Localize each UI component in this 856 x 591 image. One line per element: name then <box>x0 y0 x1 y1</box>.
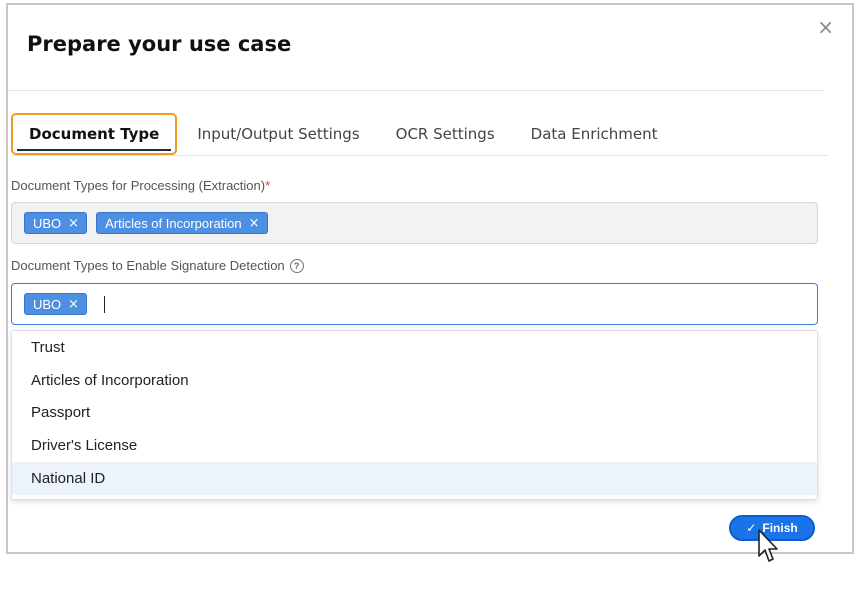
signature-tag-input[interactable]: UBO × <box>11 283 818 325</box>
tag-remove-icon[interactable]: × <box>249 216 260 231</box>
tab-document-type[interactable]: Document Type <box>11 113 178 155</box>
tabs-divider <box>11 155 828 156</box>
tab-bar: Document Type Input/Output Settings OCR … <box>11 111 676 157</box>
signature-label: Document Types to Enable Signature Detec… <box>11 258 304 273</box>
document-type-dropdown: Trust Articles of Incorporation Passport… <box>11 330 818 500</box>
option-articles-of-incorporation[interactable]: Articles of Incorporation <box>12 364 817 397</box>
mouse-pointer-icon <box>758 529 778 562</box>
tag-label: Articles of Incorporation <box>105 215 242 231</box>
check-icon: ✓ <box>746 521 757 535</box>
tag-label: UBO <box>33 296 62 312</box>
header-divider <box>8 90 824 91</box>
text-caret <box>104 295 106 313</box>
tag-ubo: UBO × <box>24 293 88 315</box>
extraction-tag-field[interactable]: UBO × Articles of Incorporation × <box>11 202 818 244</box>
signature-label-text: Document Types to Enable Signature Detec… <box>11 258 285 273</box>
option-drivers-license[interactable]: Driver's License <box>12 429 817 462</box>
tab-data-enrichment[interactable]: Data Enrichment <box>513 113 676 155</box>
tag-articles-of-incorporation: Articles of Incorporation × <box>96 212 268 234</box>
option-trust[interactable]: Trust <box>12 331 817 364</box>
extraction-label: Document Types for Processing (Extractio… <box>11 178 270 193</box>
tag-remove-icon[interactable]: × <box>68 216 79 231</box>
close-icon[interactable]: × <box>817 17 834 37</box>
tab-ocr-settings[interactable]: OCR Settings <box>378 113 513 155</box>
required-mark: * <box>265 178 271 193</box>
tab-input-output-settings[interactable]: Input/Output Settings <box>179 113 377 155</box>
help-icon[interactable]: ? <box>289 258 304 273</box>
tag-ubo: UBO × <box>24 212 88 234</box>
option-passport[interactable]: Passport <box>12 397 817 430</box>
tag-remove-icon[interactable]: × <box>68 297 79 312</box>
tag-label: UBO <box>33 215 62 231</box>
option-national-id[interactable]: National ID <box>12 462 817 495</box>
extraction-label-text: Document Types for Processing (Extractio… <box>11 178 266 193</box>
dialog-title: Prepare your use case <box>27 32 292 56</box>
